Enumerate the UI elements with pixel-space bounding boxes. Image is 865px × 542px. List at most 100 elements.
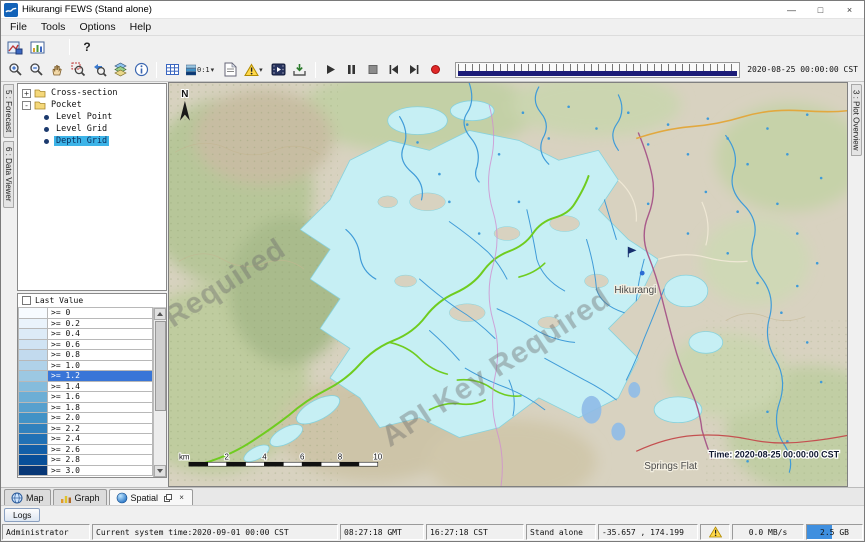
- scale-tick-label: 10: [373, 452, 382, 461]
- globe-icon: [11, 492, 23, 504]
- pan-button[interactable]: [47, 60, 67, 80]
- tab-spatial[interactable]: Spatial ×: [109, 489, 194, 505]
- stop-button[interactable]: [363, 60, 383, 80]
- close-button[interactable]: ×: [835, 1, 864, 18]
- menu-help[interactable]: Help: [123, 20, 159, 34]
- main-area: 5 : Forecast 6 : Data Viewer + Cross-sec…: [1, 82, 864, 487]
- app-window: Hikurangi FEWS (Stand alone) — □ × File …: [0, 0, 865, 542]
- status-warning[interactable]: [700, 524, 730, 540]
- tree-item-depth-grid[interactable]: Depth Grid: [18, 135, 166, 147]
- map-svg: API Key Required API Key Required Hikura…: [169, 83, 847, 486]
- zoom-in-button[interactable]: [5, 60, 25, 80]
- expand-icon[interactable]: +: [22, 89, 31, 98]
- arrow-down-icon: [157, 469, 163, 473]
- zoom-box-icon: [71, 62, 86, 77]
- undock-icon: [164, 494, 172, 502]
- classification-dropdown[interactable]: 0:1 ▾: [183, 60, 219, 80]
- maximize-button[interactable]: □: [806, 1, 835, 18]
- menu-file[interactable]: File: [3, 20, 34, 34]
- close-tab-button[interactable]: ×: [177, 493, 186, 502]
- status-throughput: 0.0 MB/s: [732, 524, 804, 540]
- menu-bar: File Tools Options Help: [1, 19, 864, 36]
- toolbar-separator: [315, 62, 316, 78]
- layers-icon: [113, 62, 128, 77]
- window-title: Hikurangi FEWS (Stand alone): [22, 4, 773, 15]
- scroll-down-button[interactable]: [154, 465, 166, 477]
- record-button[interactable]: [426, 60, 446, 80]
- node-bullet-icon: [44, 127, 49, 132]
- download-icon: [292, 62, 307, 77]
- logs-button[interactable]: Logs: [4, 508, 40, 522]
- tab-forecast[interactable]: 5 : Forecast: [3, 84, 14, 138]
- forest-speckle: [706, 321, 847, 486]
- info-icon: [134, 62, 149, 77]
- document-button[interactable]: [220, 60, 240, 80]
- tab-data-viewer[interactable]: 6 : Data Viewer: [3, 141, 14, 208]
- scroll-thumb[interactable]: [155, 321, 166, 411]
- help-button[interactable]: ?: [77, 37, 97, 57]
- map-document-button[interactable]: [5, 37, 25, 57]
- left-panel: + Cross-section - Pocket Level Point Lev…: [16, 82, 168, 487]
- warning-icon: [244, 63, 259, 77]
- sphere-icon: [116, 492, 128, 504]
- stop-icon: [366, 63, 379, 76]
- tab-map-label: Map: [26, 493, 44, 503]
- legend-scrollbar[interactable]: [153, 308, 166, 477]
- layers-button[interactable]: [110, 60, 130, 80]
- scroll-up-button[interactable]: [154, 308, 166, 320]
- tree-item-pocket[interactable]: - Pocket: [18, 99, 166, 111]
- tree-item-level-grid[interactable]: Level Grid: [18, 123, 166, 135]
- export-button[interactable]: [290, 60, 310, 80]
- legend-row[interactable]: >= 3.0: [18, 466, 153, 477]
- status-bar: Administrator Current system time:2020-0…: [1, 523, 864, 541]
- tree-item-level-point[interactable]: Level Point: [18, 111, 166, 123]
- title-bar: Hikurangi FEWS (Stand alone) — □ ×: [1, 1, 864, 19]
- status-user: Administrator: [2, 524, 90, 540]
- chart-display-button[interactable]: [28, 37, 48, 57]
- time-slider[interactable]: [455, 62, 741, 78]
- go-to-end-button[interactable]: [405, 60, 425, 80]
- legend-list: >= 0 >= 0.2 >= 0.4 >= 0.6 >= 0.8 >= 1.0 …: [18, 308, 153, 477]
- tree-item-label: Level Grid: [54, 124, 109, 134]
- zoom-out-button[interactable]: [26, 60, 46, 80]
- tree-item-cross-section[interactable]: + Cross-section: [18, 87, 166, 99]
- legend-swatch: [18, 465, 48, 477]
- scale-tick-label: 4: [262, 452, 267, 461]
- main-toolbar: ?: [1, 36, 864, 58]
- go-to-start-button[interactable]: [384, 60, 404, 80]
- time-slider-range: [458, 71, 738, 76]
- menu-options[interactable]: Options: [72, 20, 122, 34]
- undock-tab-button[interactable]: [163, 493, 172, 502]
- current-time-display: 2020-08-25 00:00:00 CST: [747, 65, 858, 74]
- collapse-icon[interactable]: -: [22, 101, 31, 110]
- bar-chart-icon: [60, 492, 72, 504]
- tab-plot-overview[interactable]: 3 : Plot Overview: [851, 84, 862, 156]
- tab-graph-label: Graph: [75, 493, 100, 503]
- status-gmt-time: 08:27:18 GMT: [340, 524, 424, 540]
- toolbar-separator: [156, 62, 157, 78]
- arrow-up-icon: [157, 312, 163, 316]
- status-mode: Stand alone: [526, 524, 596, 540]
- zoom-previous-button[interactable]: [89, 60, 109, 80]
- grid-display-button[interactable]: [162, 60, 182, 80]
- zoom-out-icon: [29, 62, 44, 77]
- pause-button[interactable]: [342, 60, 362, 80]
- zoom-box-button[interactable]: [68, 60, 88, 80]
- right-dock-strip: 3 : Plot Overview: [848, 82, 864, 487]
- chevron-down-icon: ▾: [259, 66, 263, 74]
- north-label: N: [181, 89, 188, 100]
- movie-icon: [271, 63, 286, 76]
- last-value-checkbox[interactable]: [22, 296, 31, 305]
- warning-dropdown[interactable]: ▾: [241, 60, 268, 80]
- tab-map[interactable]: Map: [4, 489, 51, 505]
- tab-graph[interactable]: Graph: [53, 489, 107, 505]
- play-button[interactable]: [321, 60, 341, 80]
- status-memory: 2.5 GB: [806, 524, 863, 540]
- menu-tools[interactable]: Tools: [34, 20, 73, 34]
- info-button[interactable]: [131, 60, 151, 80]
- map-canvas[interactable]: API Key Required API Key Required Hikura…: [168, 82, 848, 487]
- pan-hand-icon: [50, 62, 65, 77]
- export-movie-button[interactable]: [269, 60, 289, 80]
- minimize-button[interactable]: —: [777, 1, 806, 18]
- memory-usage-label: 2.5 GB: [820, 528, 849, 537]
